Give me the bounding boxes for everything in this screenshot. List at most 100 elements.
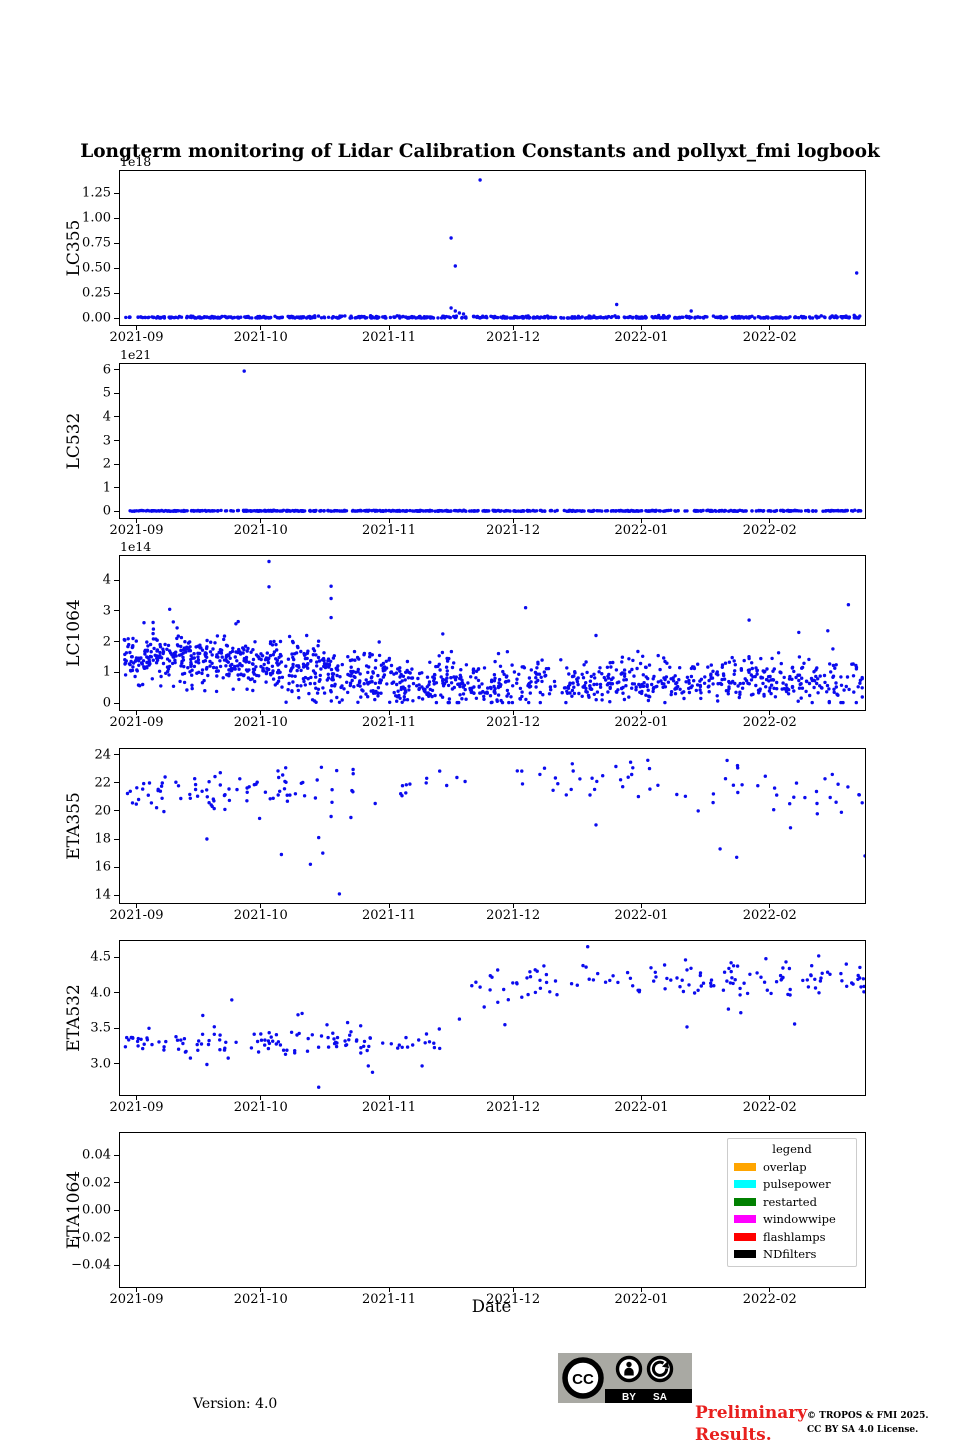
figure: Longterm monitoring of Lidar Calibration… <box>0 0 960 1440</box>
y-tick <box>114 866 119 868</box>
y-tick-label: 24 <box>94 747 111 763</box>
subplot-eta355: ETA355 14 16 18 20 22 24 2021-09 2021-10 2021-11 2… <box>64 747 866 923</box>
x-tick-label: 2021-09 <box>109 908 164 923</box>
copyright-line1: © TROPOS & FMI 2025. <box>807 1411 929 1421</box>
y-tick <box>114 416 119 418</box>
y-tick-label: 1.00 <box>82 210 111 226</box>
y-axis-label-lc1064: LC1064 <box>64 599 84 667</box>
x-tick-label: 2021-10 <box>233 908 288 923</box>
y-tick-label: 4.0 <box>90 985 111 1001</box>
subplot-eta1064: ETA1064 −0.04 −0.02 0.00 0.02 0.04 2021-09 2021… <box>64 1132 866 1307</box>
x-tick-label: 2022-02 <box>742 330 797 345</box>
y-tick <box>114 992 119 994</box>
x-tick-label: 2021-11 <box>362 1100 417 1115</box>
x-tick-label: 2021-11 <box>362 715 417 730</box>
y-axis-offset-label: 1e14 <box>120 539 152 554</box>
x-tick-label: 2021-10 <box>233 523 288 538</box>
y-tick <box>114 838 119 840</box>
y-axis-label-eta355: ETA355 <box>64 792 84 860</box>
legend-item-restarted: restarted <box>734 1195 850 1209</box>
y-tick <box>114 1154 119 1156</box>
y-tick <box>114 1237 119 1238</box>
y-tick <box>114 217 119 219</box>
y-tick-label: 3.0 <box>90 1056 111 1072</box>
scatter-points <box>128 369 863 513</box>
y-tick-label: 3.5 <box>90 1020 111 1036</box>
y-tick-label: 1 <box>102 664 111 680</box>
y-tick-label: 2 <box>102 634 111 650</box>
y-tick-label: 22 <box>94 775 111 791</box>
x-tick-label: 2021-09 <box>109 330 164 345</box>
legend-item-label: flashlamps <box>763 1229 826 1244</box>
legend-item-label: NDfilters <box>763 1247 817 1261</box>
y-tick <box>114 1209 119 1211</box>
x-tick-label: 2022-02 <box>742 1100 797 1115</box>
y-tick-label: −0.04 <box>71 1257 111 1273</box>
scatter-points <box>125 758 865 896</box>
y-tick-label: 14 <box>94 887 111 903</box>
y-axis-label-lc355: LC355 <box>64 219 84 277</box>
y-tick-label: 0.75 <box>82 235 111 251</box>
legend-swatch-icon <box>734 1197 756 1206</box>
y-tick-label: 3 <box>102 433 111 449</box>
x-tick-label: 2021-10 <box>233 715 288 730</box>
y-tick-label: 0.04 <box>82 1147 111 1163</box>
y-tick <box>114 754 119 756</box>
legend-item-pulsepower: pulsepower <box>734 1177 850 1191</box>
x-tick-label: 2021-12 <box>486 523 541 538</box>
x-tick-label: 2021-12 <box>486 1100 541 1115</box>
x-tick-label: 2021-12 <box>486 908 541 923</box>
subplot-eta532: ETA532 3.0 3.5 4.0 4.5 2021-09 2021-10 2021-11 2… <box>64 940 866 1115</box>
y-tick <box>114 1182 119 1183</box>
subplot-lc532: LC532 1e21 0 1 2 3 4 5 6 2021-09 2021-10 2021-11 202… <box>64 347 866 538</box>
subplot-lc355: LC355 1e18 0.00 0.25 0.50 0.75 1.00 1.25 2021-09… <box>64 154 866 345</box>
scatter-points <box>123 945 865 1089</box>
y-tick-label: 0 <box>102 695 111 711</box>
y-axis-offset-label: 1e18 <box>120 154 152 169</box>
y-tick <box>114 463 119 465</box>
x-tick-label: 2021-09 <box>109 1100 164 1115</box>
y-tick <box>114 1063 119 1065</box>
y-tick-label: 1 <box>102 480 111 496</box>
version-text: Version: 4.0 <box>193 1396 278 1412</box>
person-head <box>626 1361 632 1368</box>
x-tick-label: 2022-02 <box>742 523 797 538</box>
legend-item-flashlamps: flashlamps <box>734 1230 850 1244</box>
x-tick-label: 2022-02 <box>742 715 797 730</box>
y-tick <box>114 487 119 489</box>
y-tick-label: 3 <box>102 603 111 619</box>
y-tick <box>114 894 119 896</box>
x-tick-label: 2022-01 <box>614 330 669 345</box>
y-tick <box>114 671 119 673</box>
x-tick-label: 2022-01 <box>614 1100 669 1115</box>
y-tick <box>114 782 119 784</box>
y-tick-label: 0.50 <box>82 260 111 276</box>
y-tick <box>114 810 119 812</box>
legend-swatch-icon <box>734 1215 756 1223</box>
y-tick <box>114 1264 119 1266</box>
legend: legend overlap pulsepower restarted windowwi… <box>727 1138 857 1267</box>
x-tick-label: 2021-10 <box>233 330 288 345</box>
y-tick <box>114 1027 119 1029</box>
y-tick-label: 1.25 <box>82 185 111 201</box>
preliminary-line1: Preliminary <box>695 1403 808 1423</box>
x-axis-label: Date <box>471 1297 512 1316</box>
y-tick-label: 0.25 <box>82 285 111 301</box>
y-tick-label: 4.5 <box>90 949 111 965</box>
by-label: BY <box>622 1392 636 1403</box>
y-tick <box>114 192 119 194</box>
subplot-lc1064: LC1064 1e14 0 1 2 3 4 2021-09 2021-10 2021-11 2021… <box>64 539 866 730</box>
y-tick <box>114 956 119 958</box>
preliminary-results-text: Preliminary Results. <box>695 1402 807 1440</box>
x-tick-label: 2022-01 <box>614 715 669 730</box>
x-tick-label: 2021-12 <box>486 715 541 730</box>
y-tick <box>114 610 119 612</box>
x-tick-label: 2021-09 <box>109 523 164 538</box>
badge-black-band <box>605 1389 692 1403</box>
y-tick-label: 5 <box>102 385 111 401</box>
y-tick-label: 16 <box>94 859 111 875</box>
y-tick <box>114 641 119 643</box>
y-tick-label: 20 <box>94 803 111 819</box>
scatter-points <box>124 178 862 320</box>
y-tick <box>114 392 119 394</box>
